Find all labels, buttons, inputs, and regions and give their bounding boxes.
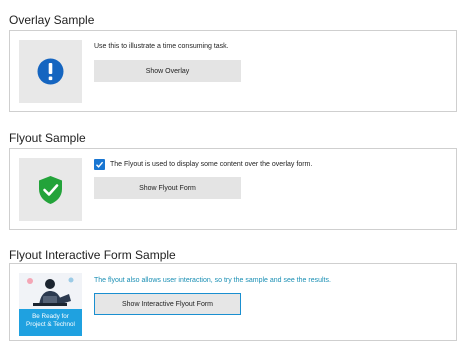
interactive-section-title: Flyout Interactive Form Sample <box>9 248 176 262</box>
overlay-section-title: Overlay Sample <box>9 13 95 27</box>
checkmark-icon <box>96 161 104 168</box>
promo-banner: Be Ready for Project & Technol <box>19 309 82 336</box>
interactive-description: The flyout also allows user interaction,… <box>94 277 331 284</box>
overlay-thumbnail <box>19 40 82 103</box>
flyout-checkbox[interactable] <box>94 159 105 170</box>
shield-check-icon <box>39 176 62 204</box>
show-flyout-form-button[interactable]: Show Flyout Form <box>94 177 241 199</box>
flyout-section-title: Flyout Sample <box>9 131 86 145</box>
promo-image: Be Ready for Project & Technol <box>19 273 82 336</box>
promo-line-1: Be Ready for <box>32 313 69 320</box>
info-icon <box>37 58 64 85</box>
promo-illustration <box>19 273 82 309</box>
overlay-description: Use this to illustrate a time consuming … <box>94 43 229 50</box>
flyout-checkbox-label: The Flyout is used to display some conte… <box>110 161 313 168</box>
flyout-thumbnail <box>19 158 82 221</box>
show-interactive-flyout-form-button[interactable]: Show Interactive Flyout Form <box>94 293 241 315</box>
flyout-card: The Flyout is used to display some conte… <box>9 148 457 230</box>
interactive-card: Be Ready for Project & Technol The flyou… <box>9 263 457 341</box>
show-overlay-button[interactable]: Show Overlay <box>94 60 241 82</box>
promo-line-2: Project & Technol <box>26 321 75 328</box>
overlay-card: Use this to illustrate a time consuming … <box>9 30 457 112</box>
